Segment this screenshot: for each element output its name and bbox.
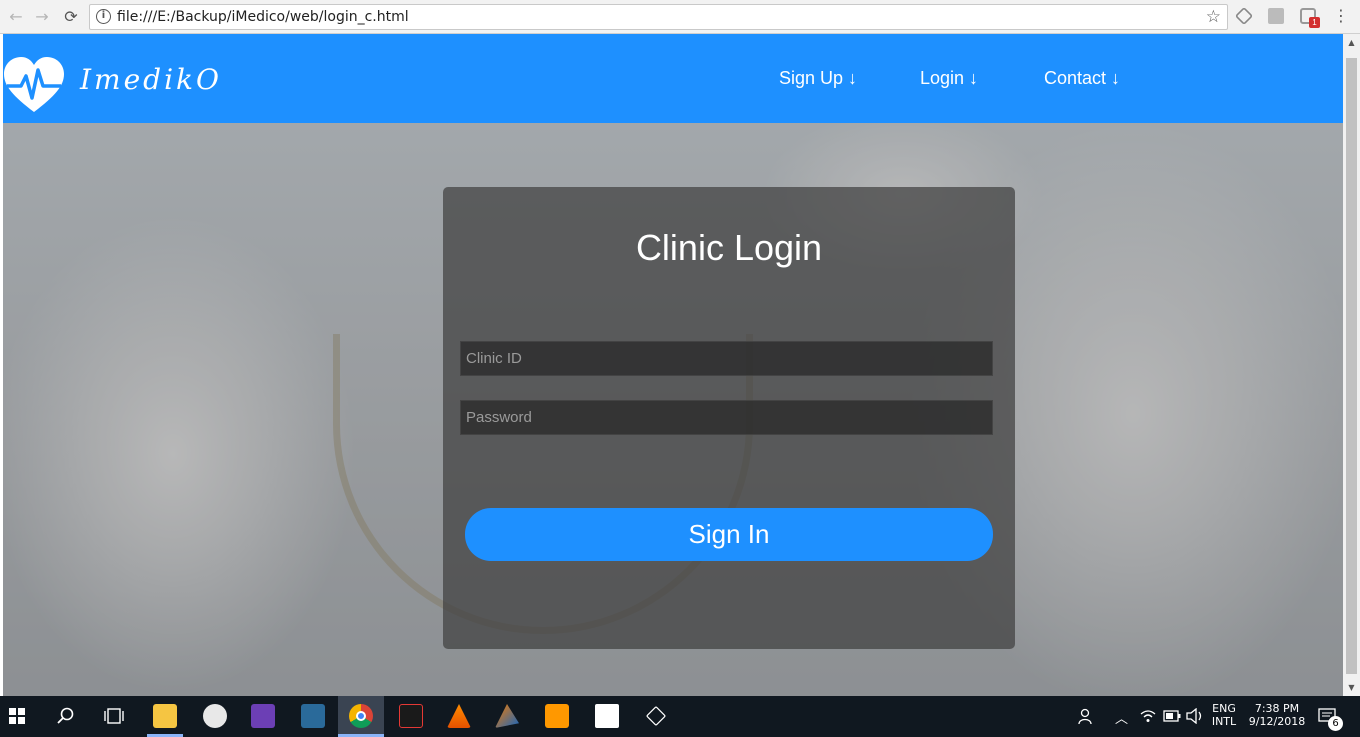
search-icon[interactable]	[57, 707, 75, 725]
matlab-icon[interactable]	[495, 704, 519, 728]
language-code: ENG	[1212, 702, 1236, 715]
chrome-icon	[349, 704, 373, 728]
clock-date: 9/12/2018	[1248, 715, 1306, 728]
nav-contact-link[interactable]: Contact ↓	[1044, 68, 1120, 89]
clinic-id-input[interactable]	[460, 341, 993, 376]
forward-button[interactable]: →	[31, 6, 53, 28]
login-title: Clinic Login	[635, 227, 823, 268]
language-indicator[interactable]: ENG INTL	[1208, 702, 1240, 728]
back-button[interactable]: ←	[5, 6, 27, 28]
scroll-up-arrow-icon[interactable]: ▲	[1343, 34, 1360, 51]
visual-studio-icon[interactable]	[251, 704, 275, 728]
browser-toolbar: ← → ⟳ i file:///E:/Backup/iMedico/web/lo…	[0, 0, 1360, 34]
browser-menu-icon[interactable]: ⋮	[1333, 6, 1349, 25]
sticky-notes-icon[interactable]	[595, 704, 619, 728]
unity-icon[interactable]	[645, 705, 667, 727]
login-panel: Clinic Login Sign In	[443, 187, 1015, 649]
clock-time: 7:38 PM	[1254, 702, 1300, 715]
bookmark-star-icon[interactable]: ☆	[1206, 7, 1221, 27]
sublime-text-icon[interactable]	[545, 704, 569, 728]
sign-in-button[interactable]: Sign In	[465, 508, 993, 561]
address-url[interactable]: file:///E:/Backup/iMedico/web/login_c.ht…	[117, 9, 409, 25]
battery-icon[interactable]	[1163, 710, 1181, 722]
people-icon[interactable]	[1078, 707, 1096, 725]
scrollbar-thumb[interactable]	[1346, 58, 1357, 674]
tray-chevron-up-icon[interactable]: ︿	[1115, 708, 1128, 727]
extension-badge: 1	[1309, 17, 1320, 28]
mysql-workbench-icon[interactable]	[301, 704, 325, 728]
scroll-down-arrow-icon[interactable]: ▼	[1343, 679, 1360, 696]
address-bar[interactable]: i file:///E:/Backup/iMedico/web/login_c.…	[89, 4, 1228, 30]
windows-start-icon[interactable]	[9, 708, 25, 724]
file-explorer-icon[interactable]	[153, 704, 177, 728]
clock[interactable]: 7:38 PM 9/12/2018	[1244, 702, 1310, 728]
heart-pulse-icon[interactable]	[3, 56, 65, 114]
acrobat-icon[interactable]	[399, 704, 423, 728]
web-page: ImedikO Sign Up ↓ Login ↓ Contact ↓ Clin…	[3, 34, 1343, 696]
volume-icon[interactable]	[1186, 708, 1204, 724]
acrobat-extension-icon[interactable]	[1268, 8, 1284, 24]
task-view-icon[interactable]	[104, 708, 124, 724]
windows-taskbar: ︿ ENG INTL 7:38 PM 9/12/2018 6	[0, 696, 1360, 737]
notification-count-badge: 6	[1328, 716, 1343, 731]
site-navbar: ImedikO Sign Up ↓ Login ↓ Contact ↓	[3, 34, 1343, 123]
extension-cube-icon[interactable]	[1234, 6, 1254, 26]
password-input[interactable]	[460, 400, 993, 435]
nav-login-link[interactable]: Login ↓	[920, 68, 978, 89]
keyboard-layout: INTL	[1211, 715, 1237, 728]
reload-button[interactable]: ⟳	[60, 6, 82, 28]
site-brand[interactable]: ImedikO	[80, 63, 222, 96]
chrome-taskbar-button[interactable]	[338, 696, 384, 737]
page-scrollbar[interactable]: ▲ ▼	[1343, 34, 1360, 696]
paint-icon[interactable]	[203, 704, 227, 728]
nav-signup-link[interactable]: Sign Up ↓	[779, 68, 857, 89]
extension-shield-icon[interactable]: 1	[1300, 8, 1320, 28]
wifi-icon[interactable]	[1140, 709, 1156, 723]
info-icon[interactable]: i	[96, 9, 111, 24]
vlc-icon[interactable]	[447, 704, 471, 728]
